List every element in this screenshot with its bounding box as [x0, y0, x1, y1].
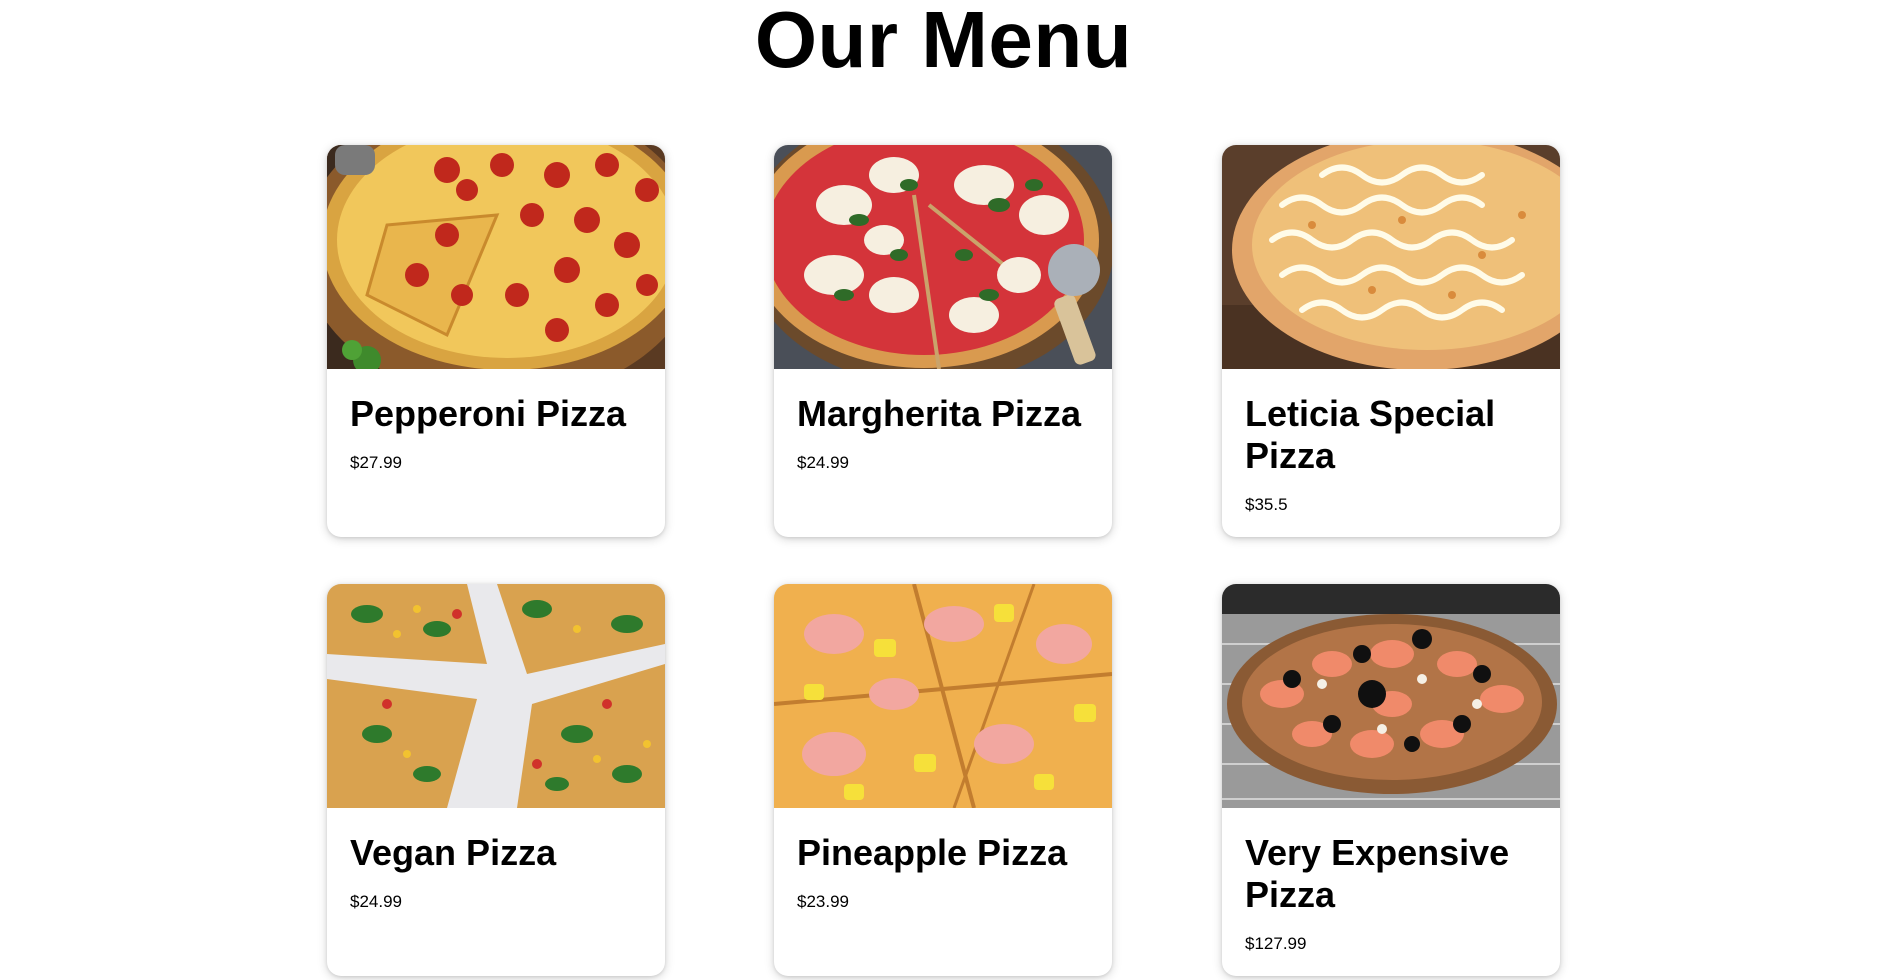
card-body: Leticia Special Pizza $35.5	[1222, 369, 1560, 515]
menu-card-very-expensive-pizza[interactable]: Very Expensive Pizza $127.99	[1222, 584, 1560, 976]
card-title: Leticia Special Pizza	[1245, 393, 1496, 476]
card-price: $24.99	[797, 453, 849, 472]
menu-card-pineapple-pizza[interactable]: Pineapple Pizza $23.99	[774, 584, 1112, 976]
pineapple-pizza-image	[774, 584, 1112, 808]
very-expensive-pizza-image	[1222, 584, 1560, 808]
menu-card-leticia-special-pizza[interactable]: Leticia Special Pizza $35.5	[1222, 145, 1560, 537]
card-body: Pineapple Pizza $23.99	[774, 808, 1112, 912]
menu-card-vegan-pizza[interactable]: Vegan Pizza $24.99	[327, 584, 665, 976]
card-title: Very Expensive Pizza	[1245, 832, 1510, 915]
menu-page: Our Menu Pepperoni Pizza $27.99 Margheri…	[0, 0, 1887, 980]
pepperoni-pizza-image	[327, 145, 665, 369]
card-price: $23.99	[797, 892, 849, 911]
card-title: Pineapple Pizza	[797, 832, 1068, 873]
margherita-pizza-image	[774, 145, 1112, 369]
card-body: Vegan Pizza $24.99	[327, 808, 665, 912]
card-price: $35.5	[1245, 495, 1288, 514]
page-title: Our Menu	[754, 0, 1133, 84]
card-title: Vegan Pizza	[350, 832, 557, 873]
menu-card-pepperoni-pizza[interactable]: Pepperoni Pizza $27.99	[327, 145, 665, 537]
card-price: $27.99	[350, 453, 402, 472]
card-body: Margherita Pizza $24.99	[774, 369, 1112, 473]
menu-card-margherita-pizza[interactable]: Margherita Pizza $24.99	[774, 145, 1112, 537]
card-body: Very Expensive Pizza $127.99	[1222, 808, 1560, 954]
card-title: Margherita Pizza	[797, 393, 1082, 434]
card-title: Pepperoni Pizza	[350, 393, 627, 434]
card-price: $127.99	[1245, 934, 1307, 953]
leticia-special-pizza-image	[1222, 145, 1560, 369]
vegan-pizza-image	[327, 584, 665, 808]
card-price: $24.99	[350, 892, 402, 911]
card-body: Pepperoni Pizza $27.99	[327, 369, 665, 473]
